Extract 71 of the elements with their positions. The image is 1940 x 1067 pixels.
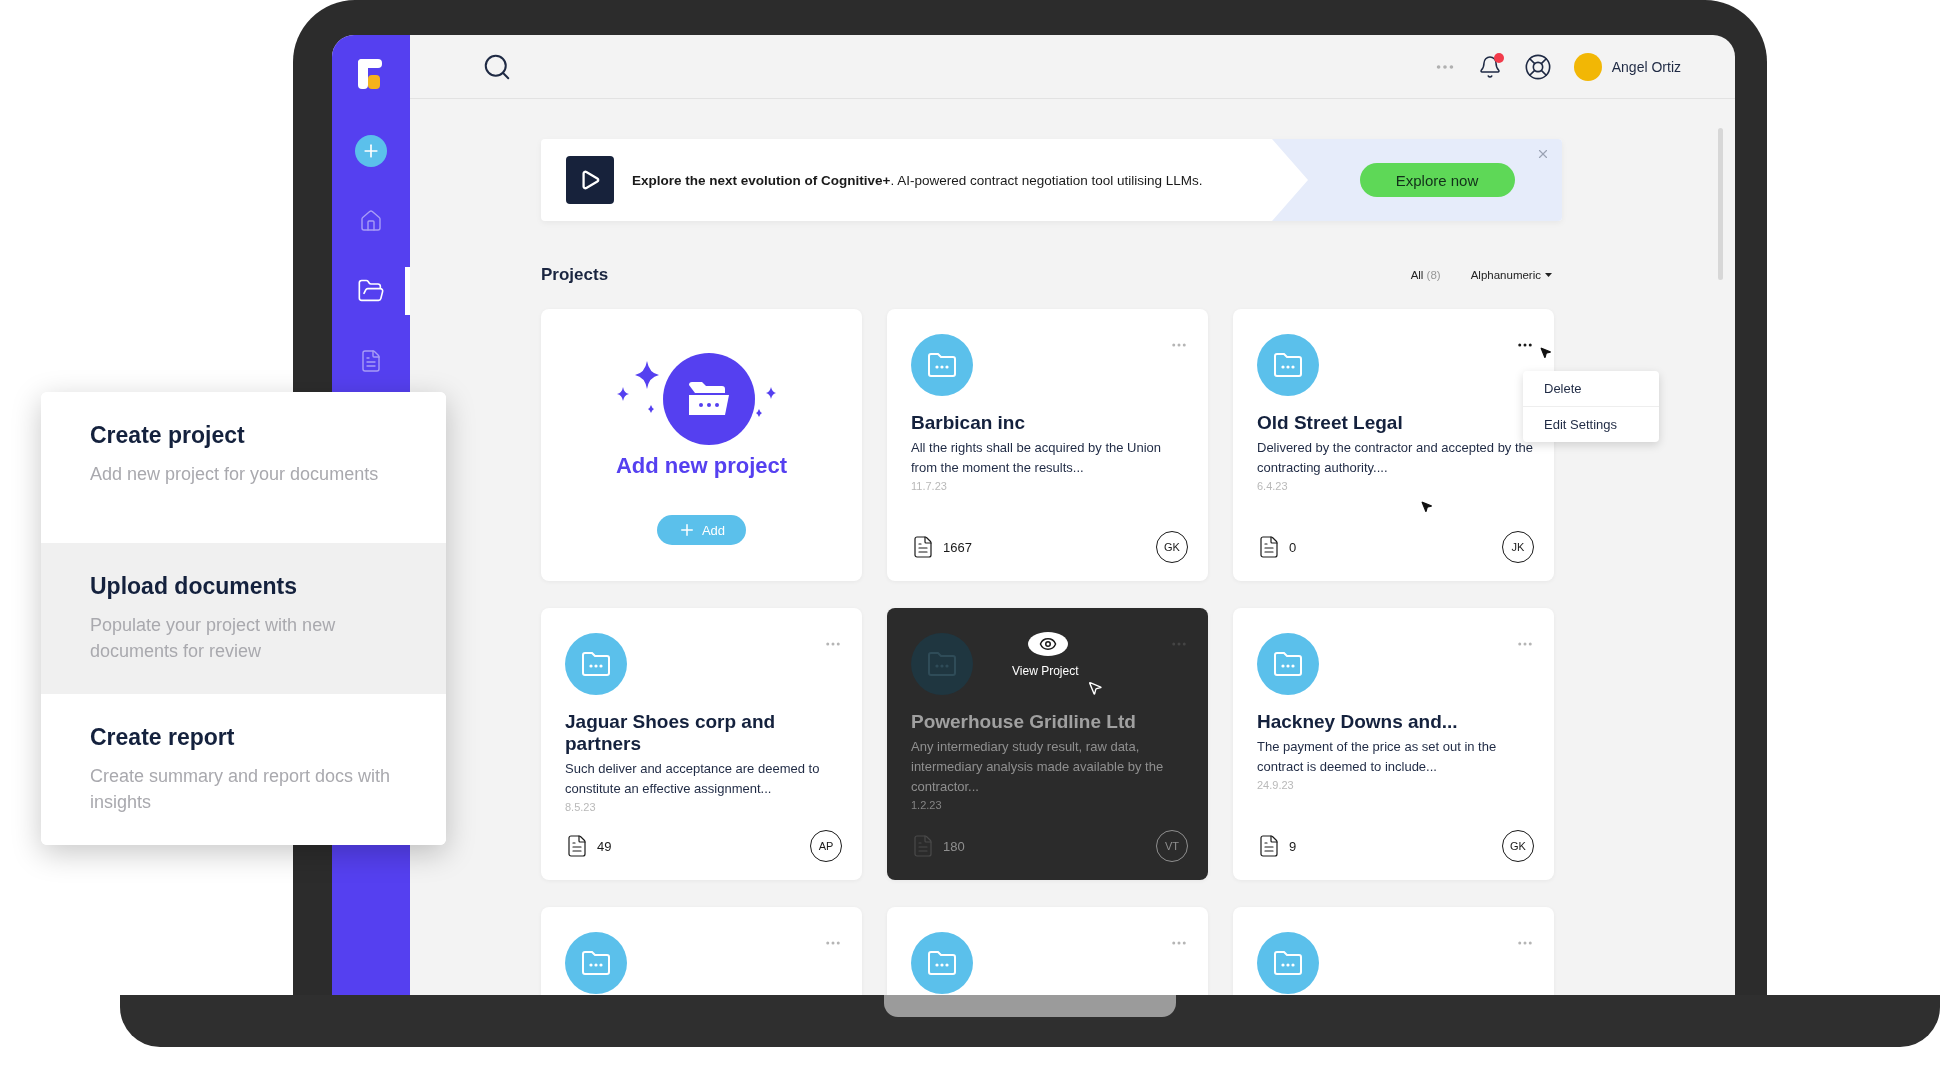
project-date: 8.5.23 [565, 801, 597, 813]
document-count: 1667 [943, 539, 973, 555]
step-description: Populate your project with new documents for review [90, 614, 337, 663]
step-title: Upload documents [90, 573, 298, 600]
view-icon[interactable] [1028, 632, 1068, 656]
document-count: 180 [943, 838, 966, 854]
folder-icon [1273, 352, 1303, 378]
step-item[interactable]: Create project Add new project for your documents [41, 392, 446, 543]
add-project-card[interactable]: Add new project Add [541, 309, 862, 581]
bell-icon[interactable] [1477, 54, 1502, 79]
project-name: Old Street Legal [1257, 412, 1404, 434]
project-name: Powerhouse Gridline Ltd [911, 711, 1137, 733]
play-icon[interactable] [566, 156, 614, 204]
document-icon [911, 834, 935, 858]
document-icon [1257, 535, 1281, 559]
folder-icon [1273, 950, 1303, 976]
folder-icon [581, 651, 611, 677]
project-description: Any intermediary study result, raw data, intermediary analysis made available by the contractor... [911, 738, 1165, 796]
project-description: All the rights shall be acquired by the Union from the moment the results... [911, 439, 1163, 477]
projects-heading: Projects [541, 265, 610, 285]
project-card[interactable]: Powerhouse Gridline Ltd Any intermediary study result, raw data, intermediary analysis made available by the contractor... 1.2.23 180 VT View Project [887, 608, 1208, 880]
document-count: 49 [597, 838, 613, 854]
project-card[interactable]: Hackney Downs and... The payment of the price as set out in the contract is deemed to include... 24.9.23 9 GK [1233, 608, 1554, 880]
home-icon [359, 209, 383, 233]
project-description: Such deliver and acceptance are deemed to constitute an effective assignment... [565, 760, 821, 798]
folder-icon [927, 651, 957, 677]
document-icon [1257, 834, 1281, 858]
document-count: 9 [1289, 838, 1298, 854]
help-icon[interactable] [1523, 52, 1552, 81]
add-project-title: Add new project [615, 453, 788, 479]
user-avatar[interactable] [1573, 52, 1602, 81]
project-description: The payment of the price as set out in the contract is deemed to include... [1257, 738, 1498, 776]
project-description: Delivered by the contractor and accepted by the contracting authority.... [1257, 439, 1534, 477]
project-name: Jaguar Shoes corp and partners [565, 711, 777, 755]
step-description: Add new project for your documents [90, 463, 380, 486]
folder-icon [927, 950, 957, 976]
view-project-label[interactable]: View Project [1012, 664, 1079, 678]
document-icon [359, 349, 383, 373]
menu-item[interactable]: Edit Settings [1523, 406, 1659, 442]
close-icon[interactable] [1536, 147, 1550, 161]
project-date: 1.2.23 [911, 799, 943, 811]
add-icon [355, 135, 387, 167]
user-name[interactable]: Angel Ortiz [1611, 58, 1681, 75]
folder-icon [581, 950, 611, 976]
menu-item[interactable]: Delete [1523, 371, 1659, 406]
project-card[interactable]: Jaguar Shoes corp and partners Such deliver and acceptance are deemed to constitute an effective assignment... 8.5.23 49 AP [541, 608, 862, 880]
cursor-icon [1539, 346, 1552, 359]
step-item[interactable]: Create report Create summary and report docs with insights [41, 694, 446, 845]
explore-button[interactable]: Explore now [1359, 163, 1515, 197]
step-title: Create report [90, 724, 236, 751]
step-description: Create summary and report docs with insights [90, 765, 392, 814]
project-date: 11.7.23 [911, 480, 948, 492]
project-date: 24.9.23 [1257, 779, 1295, 791]
step-title: Create project [90, 422, 246, 449]
sort-dropdown[interactable]: Alphanumeric [1470, 269, 1541, 281]
step-item[interactable]: Upload documents Populate your project with new documents for review [41, 543, 446, 694]
banner-text: Explore the next evolution of Cognitive+. AI-powered contract negotiation tool utilising LLMs. [632, 172, 1203, 188]
project-card[interactable]: Barbican inc All the rights shall be acquired by the Union from the moment the results... 11.7.23 1667 GK [887, 309, 1208, 581]
folder-icon [1273, 651, 1303, 677]
document-count: 0 [1289, 539, 1298, 555]
folder-icon [927, 352, 957, 378]
document-icon [565, 834, 589, 858]
caret-icon[interactable] [1545, 273, 1552, 277]
cursor-icon [1420, 500, 1433, 513]
project-date: 6.4.23 [1257, 480, 1289, 492]
filter-link[interactable]: All (8) [1410, 269, 1441, 281]
scrollbar-thumb[interactable] [1718, 128, 1723, 280]
project-name: Barbican inc [911, 412, 1027, 434]
cursor-icon [1087, 680, 1103, 696]
project-name: Hackney Downs and... [1257, 711, 1459, 733]
document-icon [911, 535, 935, 559]
